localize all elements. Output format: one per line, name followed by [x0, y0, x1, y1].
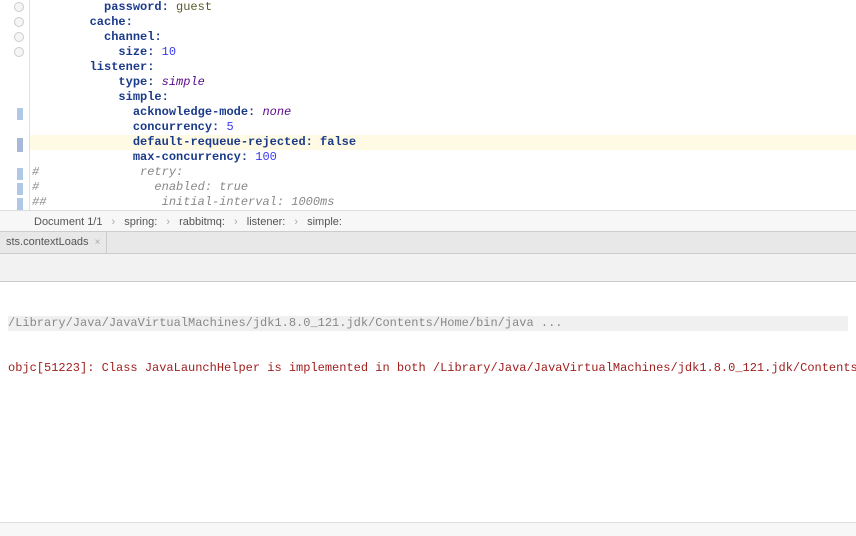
chevron-right-icon: ›	[110, 211, 118, 233]
gutter-change-marker[interactable]	[17, 108, 23, 120]
code-line[interactable]: password: guest	[30, 0, 856, 15]
gutter-change-marker[interactable]	[17, 198, 23, 210]
console-tab-bar: sts.contextLoads ×	[0, 232, 856, 254]
code-line[interactable]: default-requeue-rejected: false	[30, 135, 856, 150]
breadcrumb-item[interactable]: simple:	[303, 211, 346, 233]
gutter-fold-marker[interactable]	[14, 2, 24, 12]
code-line[interactable]: concurrency: 5	[30, 120, 856, 135]
code-line[interactable]: max-concurrency: 100	[30, 150, 856, 165]
code-line[interactable]: channel:	[30, 30, 856, 45]
breadcrumb-item[interactable]: spring:	[120, 211, 161, 233]
status-bar	[0, 522, 856, 536]
code-line[interactable]: size: 10	[30, 45, 856, 60]
code-line[interactable]: listener:	[30, 60, 856, 75]
console-toolbar	[0, 254, 856, 282]
gutter-fold-marker[interactable]	[14, 32, 24, 42]
breadcrumb-item[interactable]: Document 1/1	[30, 211, 106, 233]
editor-area[interactable]: password: guest cache: channel: size: 10…	[0, 0, 856, 210]
editor-gutter[interactable]	[0, 0, 30, 210]
gutter-change-marker[interactable]	[17, 168, 23, 180]
code-line[interactable]: # retry:	[30, 165, 856, 180]
code-line[interactable]: # enabled: true	[30, 180, 856, 195]
code-line[interactable]: acknowledge-mode: none	[30, 105, 856, 120]
console-line: objc[51223]: Class JavaLaunchHelper is i…	[8, 361, 848, 376]
console-output[interactable]: /Library/Java/JavaVirtualMachines/jdk1.8…	[0, 282, 856, 522]
breadcrumb-bar: Document 1/1 › spring: › rabbitmq: › lis…	[0, 210, 856, 232]
chevron-right-icon: ›	[232, 211, 240, 233]
code-content[interactable]: password: guest cache: channel: size: 10…	[30, 0, 856, 210]
close-icon[interactable]: ×	[95, 232, 101, 253]
gutter-fold-marker[interactable]	[14, 47, 24, 57]
breadcrumb-item[interactable]: listener:	[243, 211, 290, 233]
gutter-change-marker[interactable]	[17, 183, 23, 195]
chevron-right-icon: ›	[164, 211, 172, 233]
gutter-change-marker[interactable]	[17, 138, 23, 152]
tab-context-loads[interactable]: sts.contextLoads ×	[0, 232, 107, 253]
tab-label: sts.contextLoads	[6, 232, 89, 253]
code-line[interactable]: cache:	[30, 15, 856, 30]
chevron-right-icon: ›	[292, 211, 300, 233]
gutter-fold-marker[interactable]	[14, 17, 24, 27]
code-line[interactable]: ## initial-interval: 1000ms	[30, 195, 856, 210]
breadcrumb-item[interactable]: rabbitmq:	[175, 211, 229, 233]
code-line[interactable]: simple:	[30, 90, 856, 105]
code-line[interactable]: type: simple	[30, 75, 856, 90]
console-line: /Library/Java/JavaVirtualMachines/jdk1.8…	[8, 316, 848, 331]
